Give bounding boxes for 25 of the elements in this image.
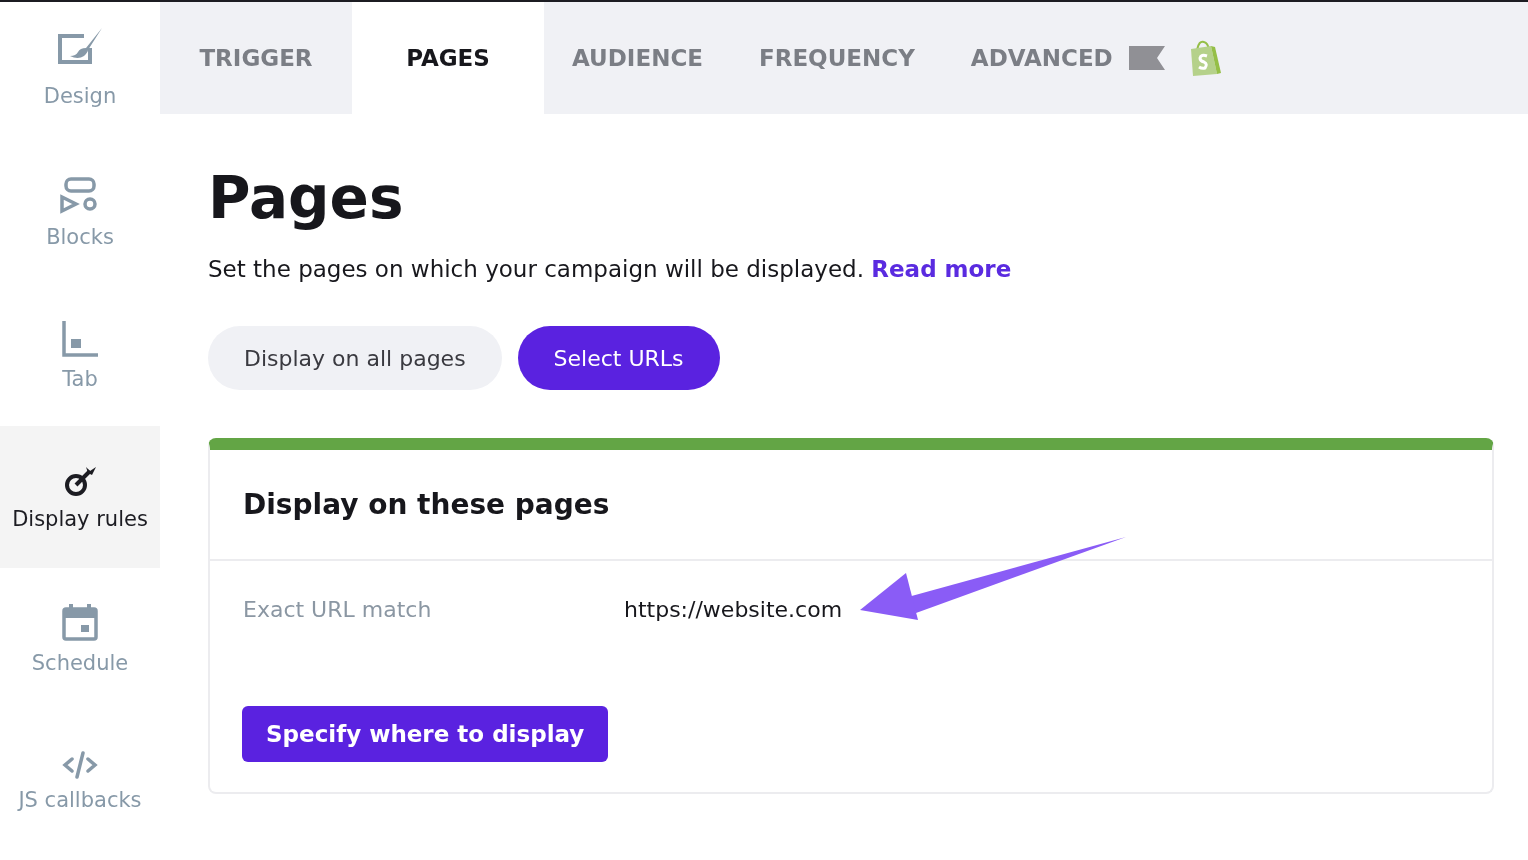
tab[interactable]: TRIGGER bbox=[160, 2, 352, 114]
tab[interactable]: AUDIENCE bbox=[544, 2, 731, 114]
tab-icon bbox=[60, 319, 100, 359]
rule-type: Exact URL match bbox=[243, 597, 433, 622]
page-description: Set the pages on which your campaign will be displayed. bbox=[208, 256, 864, 282]
tab[interactable]: ADVANCED bbox=[942, 2, 1249, 114]
code-icon bbox=[62, 750, 98, 780]
mode-option[interactable]: Display on all pages bbox=[208, 326, 502, 390]
sidebar-item[interactable]: Design bbox=[0, 2, 160, 142]
mode-option[interactable]: Select URLs bbox=[517, 326, 720, 390]
read-more-link[interactable]: Read more bbox=[871, 256, 1012, 282]
card-title: Display on these pages bbox=[210, 450, 1492, 561]
page-title: Pages bbox=[208, 164, 405, 232]
sidebar-item[interactable]: Display rules bbox=[0, 426, 160, 568]
calendar-icon bbox=[60, 603, 100, 643]
sidebar-item[interactable]: Blocks bbox=[0, 142, 160, 284]
sidebar-item[interactable]: JS callbacks bbox=[0, 710, 160, 852]
rule-url: https://website.com bbox=[624, 597, 843, 622]
tab[interactable]: PAGES bbox=[352, 2, 544, 114]
specify-button[interactable]: Specify where to display bbox=[242, 706, 609, 762]
tab[interactable]: FREQUENCY bbox=[731, 2, 943, 114]
sidebar-item[interactable]: Tab bbox=[0, 284, 160, 426]
flag-icon bbox=[1128, 46, 1165, 70]
shapes-icon bbox=[60, 177, 100, 217]
sidebar-item[interactable]: Schedule bbox=[0, 568, 160, 710]
